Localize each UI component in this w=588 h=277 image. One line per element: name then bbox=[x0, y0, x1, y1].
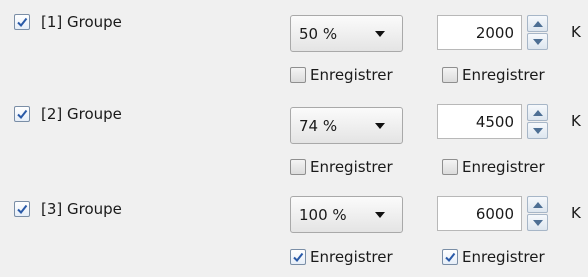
group-3-percent-select[interactable]: 100 % bbox=[290, 196, 403, 233]
arrow-up-icon bbox=[533, 202, 543, 208]
group-3-label: [3] Groupe bbox=[41, 200, 122, 218]
group-1-record-a-checkbox[interactable] bbox=[290, 67, 306, 83]
group-3-record-b-checkbox[interactable] bbox=[442, 249, 458, 265]
checkmark-icon bbox=[17, 204, 28, 215]
arrow-down-icon bbox=[533, 39, 543, 45]
group-2-record-a-checkbox[interactable] bbox=[290, 159, 306, 175]
group-1-value: 2000 bbox=[475, 24, 514, 42]
group-1-record-b-checkbox[interactable] bbox=[442, 67, 458, 83]
group-3-record-a-label: Enregistrer bbox=[310, 248, 393, 266]
group-3-record-b-label: Enregistrer bbox=[462, 248, 545, 266]
group-3-unit: K bbox=[571, 204, 581, 222]
group-2-checkbox[interactable] bbox=[14, 106, 30, 122]
group-3-checkbox[interactable] bbox=[14, 201, 30, 217]
group-3-spinner bbox=[527, 196, 548, 231]
chevron-down-icon bbox=[375, 123, 385, 129]
spin-up-button[interactable] bbox=[527, 104, 548, 121]
group-1-value-input[interactable]: 2000 bbox=[437, 15, 522, 50]
spin-down-button[interactable] bbox=[527, 214, 548, 231]
group-1-record-b-label: Enregistrer bbox=[462, 66, 545, 84]
group-1-checkbox[interactable] bbox=[14, 14, 30, 30]
group-1-label: [1] Groupe bbox=[41, 13, 122, 31]
group-3-percent-value: 100 % bbox=[299, 206, 347, 224]
group-1-percent-select[interactable]: 50 % bbox=[290, 15, 403, 52]
group-2-percent-select[interactable]: 74 % bbox=[290, 107, 403, 144]
group-1-record-a-label: Enregistrer bbox=[310, 66, 393, 84]
chevron-down-icon bbox=[375, 31, 385, 37]
group-2-unit: K bbox=[571, 112, 581, 130]
checkmark-icon bbox=[17, 109, 28, 120]
group-3-value-input[interactable]: 6000 bbox=[437, 196, 522, 231]
spin-down-button[interactable] bbox=[527, 33, 548, 50]
group-2-percent-value: 74 % bbox=[299, 117, 338, 135]
group-2-value-input[interactable]: 4500 bbox=[437, 104, 522, 139]
group-2-record-b-checkbox[interactable] bbox=[442, 159, 458, 175]
group-1-spinner bbox=[527, 15, 548, 50]
group-2-record-b-label: Enregistrer bbox=[462, 158, 545, 176]
checkmark-icon bbox=[293, 252, 304, 263]
spin-down-button[interactable] bbox=[527, 122, 548, 139]
group-1-unit: K bbox=[571, 23, 581, 41]
checkmark-icon bbox=[445, 252, 456, 263]
group-2-value: 4500 bbox=[475, 113, 514, 131]
group-1-percent-value: 50 % bbox=[299, 25, 338, 43]
group-2-record-a-label: Enregistrer bbox=[310, 158, 393, 176]
checkmark-icon bbox=[17, 17, 28, 28]
group-3-record-a-checkbox[interactable] bbox=[290, 249, 306, 265]
group-2-label: [2] Groupe bbox=[41, 105, 122, 123]
arrow-down-icon bbox=[533, 128, 543, 134]
arrow-up-icon bbox=[533, 21, 543, 27]
arrow-up-icon bbox=[533, 110, 543, 116]
spin-up-button[interactable] bbox=[527, 196, 548, 213]
group-3-value: 6000 bbox=[475, 205, 514, 223]
arrow-down-icon bbox=[533, 220, 543, 226]
chevron-down-icon bbox=[375, 212, 385, 218]
spin-up-button[interactable] bbox=[527, 15, 548, 32]
group-2-spinner bbox=[527, 104, 548, 139]
